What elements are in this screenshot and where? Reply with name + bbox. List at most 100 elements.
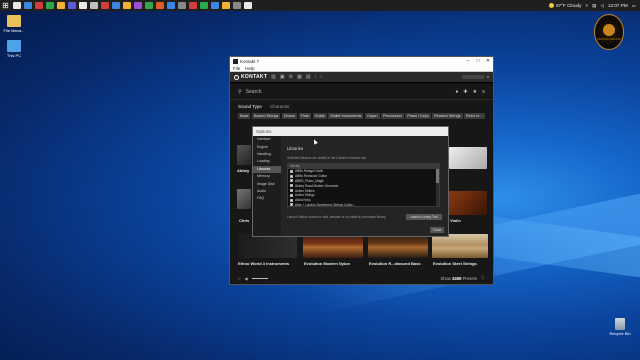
library-checkbox[interactable] [290, 184, 293, 188]
volume-slider[interactable] [251, 277, 268, 279]
taskbar-app-icon[interactable] [155, 2, 164, 9]
card-evolution-nylon-thumbnail[interactable] [303, 234, 363, 258]
sound-type-chip[interactable]: Mallet Instruments [328, 113, 364, 119]
preview-icon[interactable]: ○ [238, 276, 241, 281]
sound-type-chip[interactable]: Drums [281, 113, 298, 119]
library-checkbox[interactable] [290, 169, 293, 173]
library-checkbox[interactable] [290, 198, 293, 202]
library-checkbox[interactable] [290, 193, 293, 197]
options-sidebar-item[interactable]: Libraries [253, 165, 281, 173]
library-checkbox[interactable] [290, 174, 293, 178]
maximize-icon[interactable]: □ [473, 58, 483, 64]
sound-type-chip[interactable]: Percussion [381, 113, 404, 119]
card-chris-thumbnail[interactable] [237, 189, 251, 209]
card-evolution-steel-thumbnail[interactable] [432, 234, 488, 258]
taskbar-app-icon[interactable] [177, 2, 186, 9]
taskbar-app-icon[interactable] [67, 2, 76, 9]
window-titlebar[interactable]: Kontakt 7 – □ ✕ [230, 57, 493, 65]
card-abbey-thumbnail[interactable] [237, 145, 251, 165]
close-icon[interactable]: ✕ [483, 58, 493, 64]
taskbar-app-icon[interactable] [111, 2, 120, 9]
taskbar-app-icon[interactable] [210, 2, 219, 9]
taskbar-app-icon[interactable] [89, 2, 98, 9]
desktop-icon-this-pc[interactable]: This PC [2, 40, 26, 58]
card-evolution-roundwound-thumbnail[interactable] [368, 234, 428, 258]
menu-icon[interactable]: ≡ [482, 89, 485, 95]
taskbar-app-icon[interactable] [12, 2, 21, 9]
sound-type-chip[interactable]: Guitar [312, 113, 327, 119]
user-icon[interactable]: ● [455, 89, 458, 95]
options-sidebar-item[interactable]: Image Disk [253, 180, 281, 187]
scrollbar-thumb[interactable] [436, 169, 439, 183]
library-checkbox[interactable] [290, 203, 293, 206]
library-icon[interactable]: ▥ [271, 74, 276, 80]
sound-type-chip[interactable]: Plucked Strings [432, 113, 463, 119]
taskbar-app-icon[interactable] [122, 2, 131, 9]
sound-type-chip[interactable]: Bowed Strings [251, 113, 281, 119]
taskbar-app-icon[interactable] [166, 2, 175, 9]
sound-type-chip[interactable]: Flute [298, 113, 312, 119]
options-sidebar-item[interactable]: Loading [253, 158, 281, 165]
sound-type-chip[interactable]: Bass [238, 113, 251, 119]
taskbar-app-icon[interactable] [100, 2, 109, 9]
info-icon[interactable]: ⓘ [481, 275, 485, 281]
minimize-icon[interactable]: – [463, 58, 473, 64]
back-arrow-icon[interactable]: ‹ [315, 74, 317, 80]
desktop-icon-recycle-bin[interactable]: Recycle Bin [608, 318, 632, 336]
menu-help[interactable]: Help [245, 66, 254, 71]
tab-character[interactable]: Character [270, 104, 290, 109]
taskbar-app-icon[interactable] [34, 2, 43, 9]
start-button[interactable]: ⊞ [0, 0, 11, 11]
keyboard-icon[interactable]: ▤ [306, 74, 311, 80]
options-sidebar-item[interactable]: FAQ [253, 195, 281, 202]
clock[interactable]: 12:07 PM [608, 3, 628, 8]
taskbar-app-icon[interactable] [23, 2, 32, 9]
options-sidebar-item[interactable]: Audio [253, 188, 281, 195]
tab-sound-type[interactable]: Sound Type [238, 104, 262, 109]
card-thumbnail[interactable] [449, 147, 487, 169]
taskbar-app-icon[interactable] [188, 2, 197, 9]
options-sidebar-item[interactable]: Engine [253, 143, 281, 150]
card-ethno-world-thumbnail[interactable] [237, 234, 297, 258]
sound-type-chip[interactable]: Piano / Keys [405, 113, 431, 119]
save-icon[interactable]: ▣ [280, 74, 285, 80]
options-sidebar-item[interactable]: Handling [253, 151, 281, 158]
taskbar-app-icon[interactable] [56, 2, 65, 9]
library-checkbox[interactable] [290, 179, 293, 183]
library-row[interactable]: Alba + London Symphonic Strings Collec..… [288, 203, 439, 206]
view-icon[interactable]: ▦ [297, 74, 302, 80]
library-list-scrollbar[interactable] [436, 169, 439, 206]
taskbar-app-icon[interactable] [232, 2, 241, 9]
sound-type-chip[interactable]: Reed In... [464, 113, 485, 119]
settings-icon[interactable]: ⚙ [289, 74, 293, 80]
search-bar[interactable]: ⚲ Search ● ✚ ★ ≡ [230, 84, 493, 100]
add-icon[interactable]: ✚ [463, 89, 467, 95]
network-icon[interactable]: ▤ [592, 3, 596, 9]
desktop-icon-file-manager[interactable]: File Mana... [2, 15, 26, 33]
taskbar-app-icon[interactable] [144, 2, 153, 9]
taskbar-app-icon[interactable] [199, 2, 208, 9]
taskbar-app-icon[interactable] [243, 2, 252, 9]
options-sidebar-item[interactable]: Interface [253, 136, 281, 143]
chevron-up-icon[interactable]: ˄ [585, 3, 588, 8]
taskbar-app-icon[interactable] [221, 2, 230, 9]
close-button[interactable]: Close [430, 227, 444, 233]
card-violin-thumbnail[interactable] [449, 191, 487, 215]
menu-file[interactable]: File [233, 66, 240, 71]
launch-library-tool-button[interactable]: Launch Library Tool [406, 214, 442, 220]
search-input[interactable]: Search [246, 89, 262, 95]
library-checkbox[interactable] [290, 189, 293, 193]
speaker-icon[interactable]: ◀ [245, 276, 248, 281]
ni-icon[interactable]: ■ [487, 75, 489, 79]
notification-icon[interactable]: ▭ [632, 3, 636, 9]
favorite-icon[interactable]: ★ [473, 89, 477, 95]
taskbar-app-icon[interactable] [78, 2, 87, 9]
weather-widget[interactable]: 87°F Cloudy [549, 3, 581, 8]
sound-type-chip[interactable]: Organ [364, 113, 380, 119]
volume-icon[interactable]: ◁ [600, 3, 604, 9]
taskbar-app-icon[interactable] [133, 2, 142, 9]
forward-arrow-icon[interactable]: › [320, 74, 322, 80]
options-sidebar-item[interactable]: Memory [253, 173, 281, 180]
logo-emblem [603, 23, 615, 36]
taskbar-app-icon[interactable] [45, 2, 54, 9]
